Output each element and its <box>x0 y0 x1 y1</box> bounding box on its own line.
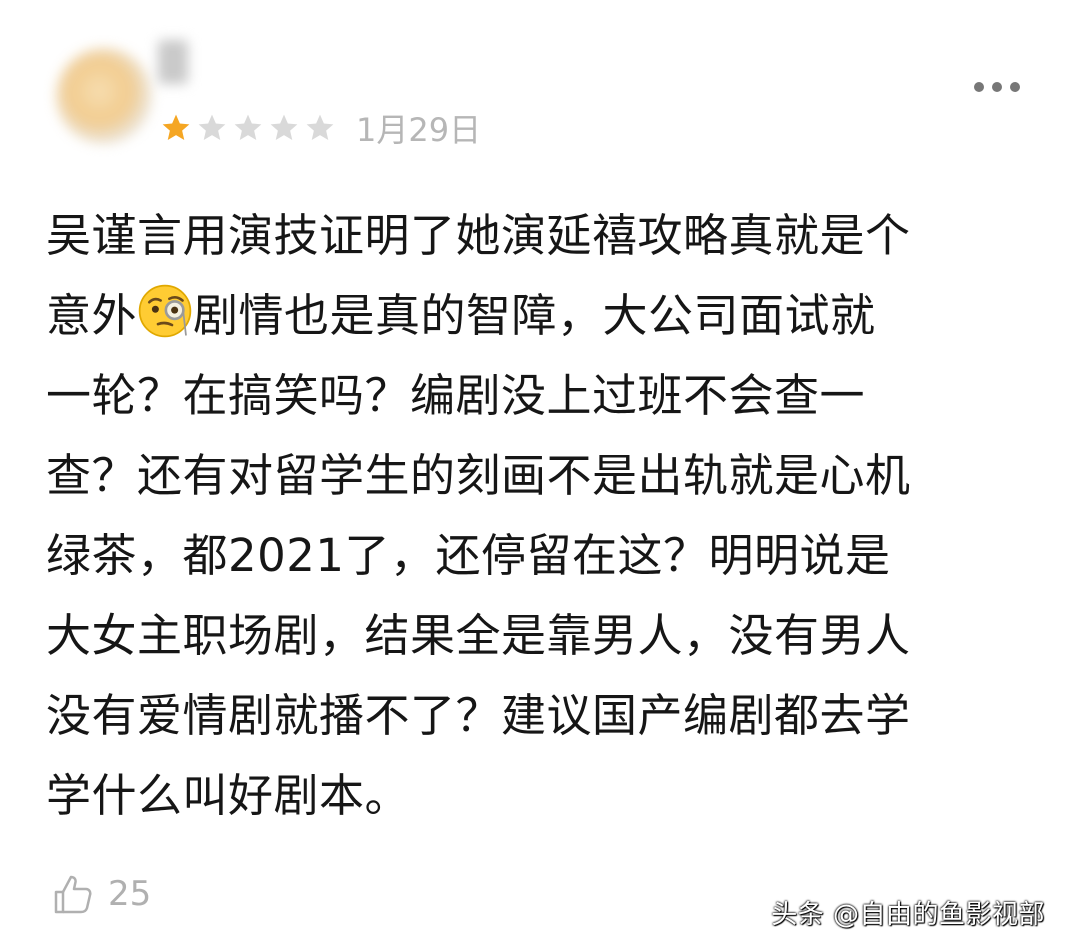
more-options-button[interactable] <box>974 82 1020 92</box>
username-blurred[interactable] <box>158 40 188 84</box>
star-empty-icon <box>234 114 262 140</box>
like-button[interactable]: 25 <box>50 872 151 916</box>
review-date: 1月29日 <box>356 111 482 149</box>
star-rating <box>160 112 336 144</box>
review-line: 意外 剧情也是真的智障，大公司面试就 <box>46 276 1046 356</box>
review-line: 没有爱情剧就播不了？建议国产编剧都去学 <box>46 689 911 742</box>
review-text: 吴谨言用演技证明了她演延禧攻略真就是个 意外 剧情也是真的智障，大公司面试就 一… <box>46 196 1046 836</box>
star-empty-icon <box>198 114 226 140</box>
star-empty-icon <box>306 114 334 140</box>
review-line: 一轮？在搞笑吗？编剧没上过班不会查一 <box>46 369 866 422</box>
monocle-face-icon <box>138 284 192 338</box>
review-line: 绿茶，都2021了，还停留在这？明明说是 <box>46 529 891 582</box>
review-line: 大女主职场剧，结果全是靠男人，没有男人 <box>46 609 911 662</box>
star-filled-icon <box>162 114 190 140</box>
more-dot-icon <box>974 82 984 92</box>
review-line: 吴谨言用演技证明了她演延禧攻略真就是个 <box>46 209 911 262</box>
star-empty-icon <box>270 114 298 140</box>
watermark: 头条 @自由的鱼影视部 <box>771 900 1045 930</box>
more-dot-icon <box>992 82 1002 92</box>
thumbs-up-icon <box>54 875 92 914</box>
review-line: 查？还有对留学生的刻画不是出轨就是心机 <box>46 449 911 502</box>
avatar[interactable] <box>56 48 152 144</box>
review-line-prefix: 意外 <box>46 289 138 342</box>
more-dot-icon <box>1010 82 1020 92</box>
like-count: 25 <box>108 874 152 914</box>
review-line-rest: 剧情也是真的智障，大公司面试就 <box>193 289 876 342</box>
review-line: 学什么叫好剧本。 <box>46 769 411 822</box>
